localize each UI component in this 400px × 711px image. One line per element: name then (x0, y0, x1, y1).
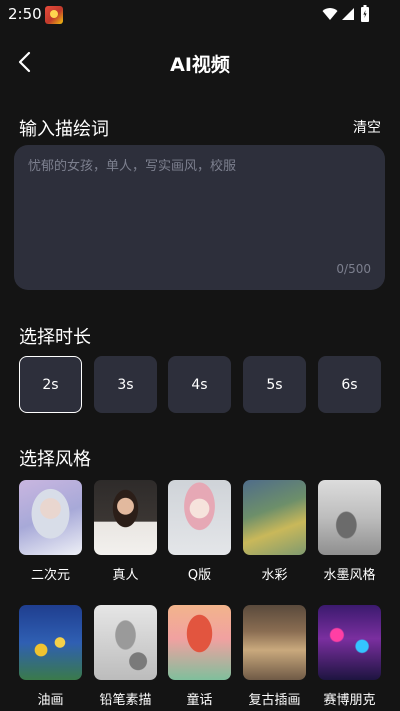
wifi-icon (322, 8, 338, 20)
style-item-oil-painting[interactable]: 油画 (19, 605, 82, 708)
page-title: AI视频 (170, 54, 230, 76)
style-thumb-watercolor (243, 480, 306, 555)
char-count: 0/500 (336, 262, 371, 276)
style-label: 水墨风格 (323, 568, 376, 583)
duration-option-5s[interactable]: 5s (243, 356, 306, 413)
style-thumb-ink-wash (318, 480, 381, 555)
style-item-anime[interactable]: 二次元 (19, 480, 82, 583)
style-section-title: 选择风格 (19, 449, 91, 470)
battery-icon (361, 5, 369, 22)
duration-option-4s[interactable]: 4s (168, 356, 231, 413)
style-thumb-cyberpunk (318, 605, 381, 680)
signal-icon (342, 8, 354, 20)
style-item-retro-illustration[interactable]: 复古插画 (243, 605, 306, 708)
duration-section-title: 选择时长 (19, 327, 91, 348)
style-label: 童话 (186, 693, 213, 708)
style-label: Q版 (187, 568, 212, 583)
style-item-watercolor[interactable]: 水彩 (243, 480, 306, 583)
style-label: 赛博朋克 (323, 693, 376, 708)
style-item-chibi[interactable]: Q版 (168, 480, 231, 583)
style-thumb-pencil-sketch (94, 605, 157, 680)
prompt-section-title: 输入描绘词 (19, 119, 109, 140)
style-thumb-oil-painting (19, 605, 82, 680)
duration-option-6s[interactable]: 6s (318, 356, 381, 413)
prompt-input[interactable] (28, 159, 368, 174)
style-thumb-anime (19, 480, 82, 555)
style-label: 水彩 (261, 568, 288, 583)
style-item-pencil-sketch[interactable]: 铅笔素描 (94, 605, 157, 708)
status-bar: 2:50 (0, 0, 400, 30)
top-bar: AI视频 (0, 40, 400, 84)
style-item-realistic[interactable]: 真人 (94, 480, 157, 583)
style-label: 二次元 (30, 568, 70, 583)
duration-option-2s[interactable]: 2s (19, 356, 82, 413)
style-thumb-chibi (168, 480, 231, 555)
style-label: 油画 (37, 693, 64, 708)
duration-option-3s[interactable]: 3s (94, 356, 157, 413)
clear-button[interactable]: 清空 (353, 117, 381, 137)
prompt-box[interactable]: 0/500 (14, 145, 385, 290)
style-label: 铅笔素描 (99, 693, 152, 708)
style-thumb-retro-illustration (243, 605, 306, 680)
style-item-cyberpunk[interactable]: 赛博朋克 (318, 605, 381, 708)
style-thumb-realistic (94, 480, 157, 555)
notification-app-icon (45, 6, 63, 24)
style-label: 真人 (112, 568, 139, 583)
style-item-ink-wash[interactable]: 水墨风格 (318, 480, 381, 583)
style-thumb-fairy-tale (168, 605, 231, 680)
status-time: 2:50 (8, 5, 42, 23)
style-item-fairy-tale[interactable]: 童话 (168, 605, 231, 708)
style-label: 复古插画 (248, 693, 301, 708)
duration-options: 2s 3s 4s 5s 6s (19, 356, 381, 413)
